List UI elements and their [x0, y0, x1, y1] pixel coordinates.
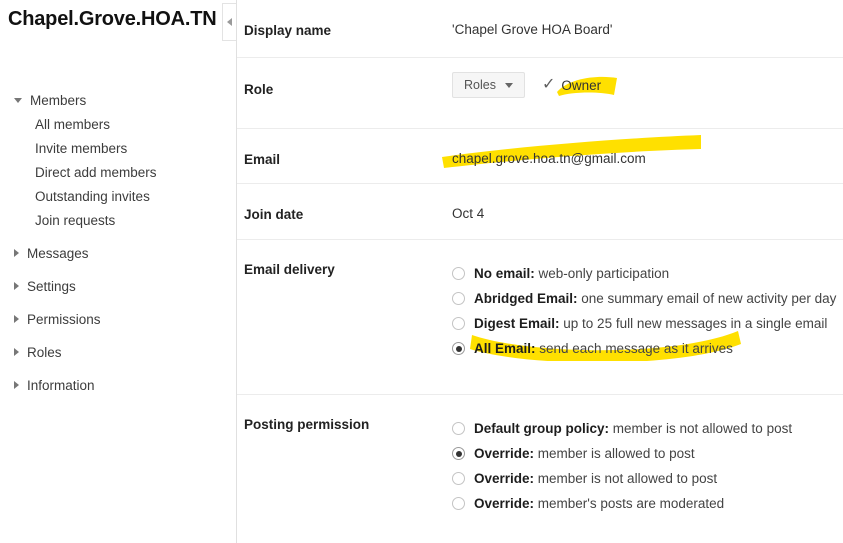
radio-option-desc: member's posts are moderated [534, 496, 725, 511]
email-delivery-options: No email: web-only participation Abridge… [452, 261, 843, 361]
sidebar-item-direct-add-members[interactable]: Direct add members [0, 160, 237, 184]
join-date-label: Join date [244, 207, 304, 222]
chevron-right-icon [14, 315, 19, 323]
radio-option-desc: one summary email of new activity per da… [577, 291, 837, 306]
group-title: Chapel.Grove.HOA.TN [8, 8, 217, 30]
radio-icon[interactable] [452, 422, 465, 435]
radio-option-label: Digest Email: up to 25 full new messages… [474, 316, 827, 331]
radio-icon[interactable] [452, 292, 465, 305]
roles-dropdown-label: Roles [464, 78, 496, 92]
sidebar-item-label: Permissions [27, 311, 101, 327]
roles-dropdown-button[interactable]: Roles [452, 72, 525, 98]
radio-option-title: Abridged Email: [474, 291, 578, 306]
role-owner-text: Owner [561, 77, 602, 93]
row-email-delivery: Email delivery No email: web-only partic… [237, 240, 843, 395]
sidebar-item-label: Join requests [35, 212, 116, 228]
chevron-down-icon [14, 97, 22, 103]
chevron-right-icon [14, 249, 19, 257]
posting-permission-label: Posting permission [244, 417, 370, 432]
radio-icon[interactable] [452, 342, 465, 355]
sidebar-item-label: Information [27, 377, 95, 393]
sidebar-item-permissions[interactable]: Permissions [0, 307, 237, 331]
radio-option-label: All Email: send each message as it arriv… [474, 341, 733, 356]
role-label: Role [244, 82, 274, 97]
email-label: Email [244, 152, 281, 167]
display-name-label: Display name [244, 23, 332, 38]
sidebar-item-label: Direct add members [35, 164, 157, 180]
sidebar-item-label: Members [30, 92, 87, 108]
check-icon: ✓ [541, 76, 556, 93]
chevron-down-icon [504, 82, 513, 88]
email-address-text: chapel.grove.hoa.tn@gmail.com [452, 151, 646, 166]
row-join-date: Join date Oct 4 [237, 184, 843, 240]
row-email: Email chapel.grove.hoa.tn@gmail.com [237, 129, 843, 184]
sidebar-item-join-requests[interactable]: Join requests [0, 208, 237, 232]
radio-option-label: Override: member is allowed to post [474, 446, 695, 461]
radio-option-override-moderated[interactable]: Override: member's posts are moderated [452, 491, 843, 516]
radio-option-label: Default group policy: member is not allo… [474, 421, 792, 436]
email-value-wrap: chapel.grove.hoa.tn@gmail.com [442, 135, 843, 168]
chevron-right-icon [14, 381, 19, 389]
row-posting-permission: Posting permission Default group policy:… [237, 395, 843, 543]
sidebar-item-label: Settings [27, 278, 76, 294]
sidebar-item-information[interactable]: Information [0, 373, 237, 397]
row-role: Role Roles ✓ Owner [237, 58, 843, 129]
radio-icon[interactable] [452, 447, 465, 460]
sidebar-item-roles[interactable]: Roles [0, 340, 237, 364]
radio-option-label: Override: member's posts are moderated [474, 496, 724, 511]
sidebar-item-label: Outstanding invites [35, 188, 150, 204]
radio-option-override-allowed[interactable]: Override: member is allowed to post [452, 441, 843, 466]
posting-permission-options: Default group policy: member is not allo… [452, 416, 843, 516]
radio-icon[interactable] [452, 317, 465, 330]
radio-option-desc: member is not allowed to post [534, 471, 718, 486]
join-date-value: Oct 4 [452, 206, 485, 221]
sidebar-collapse-button[interactable] [222, 3, 236, 41]
radio-option-title: All Email: [474, 341, 536, 356]
radio-option-label: Abridged Email: one summary email of new… [474, 291, 836, 306]
sidebar-item-members[interactable]: Members [0, 88, 237, 112]
sidebar-nav: Members All members Invite members Direc… [0, 88, 237, 397]
radio-option-title: No email: [474, 266, 535, 281]
radio-option-label: No email: web-only participation [474, 266, 669, 281]
sidebar-item-label: All members [35, 116, 111, 132]
radio-option-desc: up to 25 full new messages in a single e… [559, 316, 828, 331]
radio-option-title: Digest Email: [474, 316, 560, 331]
email-delivery-label: Email delivery [244, 262, 335, 277]
sidebar-item-invite-members[interactable]: Invite members [0, 136, 237, 160]
radio-option-no-email[interactable]: No email: web-only participation [452, 261, 843, 286]
role-value: Roles ✓ Owner [452, 72, 843, 98]
radio-option-label: Override: member is not allowed to post [474, 471, 717, 486]
sidebar-item-outstanding-invites[interactable]: Outstanding invites [0, 184, 237, 208]
row-display-name: Display name 'Chapel Grove HOA Board' [237, 0, 843, 58]
sidebar-item-label: Messages [27, 245, 89, 261]
radio-option-desc: send each message as it arrives [535, 341, 733, 356]
sidebar-item-label: Roles [27, 344, 62, 360]
radio-option-title: Default group policy: [474, 421, 609, 436]
radio-option-desc: member is not allowed to post [609, 421, 793, 436]
radio-icon[interactable] [452, 472, 465, 485]
sidebar-item-all-members[interactable]: All members [0, 112, 237, 136]
radio-option-override-not-allowed[interactable]: Override: member is not allowed to post [452, 466, 843, 491]
radio-option-all-email[interactable]: All Email: send each message as it arriv… [452, 331, 843, 361]
radio-option-desc: web-only participation [534, 266, 670, 281]
chevron-right-icon [14, 348, 19, 356]
sidebar-item-label: Invite members [35, 140, 128, 156]
radio-option-title: Override: [474, 496, 535, 511]
radio-option-default-group-policy[interactable]: Default group policy: member is not allo… [452, 416, 843, 441]
sidebar-item-messages[interactable]: Messages [0, 241, 237, 265]
radio-option-title: Override: [474, 471, 535, 486]
radio-icon[interactable] [452, 267, 465, 280]
radio-option-abridged-email[interactable]: Abridged Email: one summary email of new… [452, 286, 843, 311]
member-detail-panel: Display name 'Chapel Grove HOA Board' Ro… [237, 0, 843, 543]
sidebar: Chapel.Grove.HOA.TN Members All members … [0, 0, 237, 543]
chevron-right-icon [14, 282, 19, 290]
display-name-value: 'Chapel Grove HOA Board' [452, 22, 613, 37]
radio-option-title: Override: [474, 446, 535, 461]
radio-option-digest-email[interactable]: Digest Email: up to 25 full new messages… [452, 311, 843, 336]
chevron-left-icon [227, 18, 232, 26]
member-settings-page: Chapel.Grove.HOA.TN Members All members … [0, 0, 843, 543]
sidebar-item-settings[interactable]: Settings [0, 274, 237, 298]
radio-icon[interactable] [452, 497, 465, 510]
radio-option-desc: member is allowed to post [534, 446, 695, 461]
